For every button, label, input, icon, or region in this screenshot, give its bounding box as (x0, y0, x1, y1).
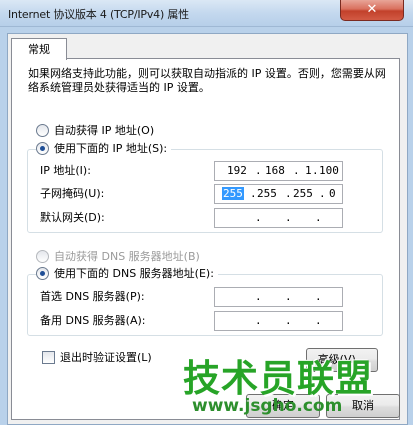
ip-dot: . (285, 290, 292, 303)
subnet-octet-4: 0 (329, 187, 336, 200)
preferred-dns-label: 首选 DNS 服务器(P): (40, 290, 145, 303)
tab-general[interactable]: 常规 (11, 38, 67, 60)
radio-selected-icon (36, 141, 49, 155)
ip-dot: . (255, 164, 262, 177)
default-gateway-label: 默认网关(D): (40, 211, 105, 224)
ip-address-label: IP 地址(I): (40, 164, 91, 177)
ip-dot: . (285, 211, 292, 224)
alternate-dns-field[interactable]: . . . (214, 311, 343, 331)
ip-dot: . (319, 187, 326, 200)
ip-octet-3: 1 (305, 164, 312, 177)
ip-dot: . (315, 290, 322, 303)
subnet-octet-3: 255 (293, 187, 313, 200)
subnet-mask-field[interactable]: 255 . 255 . 255 . 0 (214, 184, 343, 204)
ip-dot: . (293, 164, 300, 177)
close-icon: ✕ (366, 2, 378, 17)
subnet-mask-label: 子网掩码(U): (40, 187, 105, 200)
ip-octet-4: 100 (319, 164, 339, 177)
radio-circle-icon (36, 123, 49, 137)
window-title: Internet 协议版本 4 (TCP/IPv4) 属性 (8, 8, 189, 21)
watermark-logo: 技术员联盟 (183, 357, 373, 400)
validate-settings-checkbox[interactable]: 退出时验证设置(L) (42, 350, 152, 365)
ip-dot: . (285, 187, 292, 200)
radio-auto-ip[interactable]: 自动获得 IP 地址(O) (36, 123, 155, 138)
ip-octet-2: 168 (265, 164, 285, 177)
radio-selected-icon (36, 266, 49, 280)
radio-manual-ip[interactable]: 使用下面的 IP 地址(S): (36, 141, 172, 156)
subnet-octet-2: 255 (257, 187, 277, 200)
ip-dot: . (285, 314, 292, 327)
radio-manual-dns[interactable]: 使用下面的 DNS 服务器地址(E): (36, 266, 218, 281)
radio-auto-dns-label: 自动获得 DNS 服务器地址(B) (54, 250, 200, 263)
alternate-dns-label: 备用 DNS 服务器(A): (40, 314, 146, 327)
radio-disabled-icon (36, 249, 49, 263)
radio-auto-ip-label: 自动获得 IP 地址(O) (54, 124, 155, 137)
preferred-dns-field[interactable]: . . . (214, 287, 343, 307)
default-gateway-field[interactable]: . . . (214, 208, 343, 228)
close-button[interactable]: ✕ (340, 0, 404, 21)
ip-dot: . (255, 290, 262, 303)
radio-manual-dns-label: 使用下面的 DNS 服务器地址(E): (54, 267, 214, 280)
radio-auto-dns[interactable]: 自动获得 DNS 服务器地址(B) (36, 249, 200, 264)
ip-dot: . (315, 314, 322, 327)
subnet-octet-1-selected: 255 (222, 187, 244, 200)
checkbox-icon (42, 350, 55, 364)
ip-address-field[interactable]: 192 . 168 . 1 . 100 (214, 161, 343, 181)
watermark-url: www.jsgho.com (192, 396, 343, 416)
radio-manual-ip-label: 使用下面的 IP 地址(S): (54, 142, 168, 155)
ip-dot: . (255, 211, 262, 224)
title-bar: Internet 协议版本 4 (TCP/IPv4) 属性 ✕ (0, 0, 413, 27)
ip-dot: . (255, 314, 262, 327)
description-text: 如果网络支持此功能，则可以获取自动指派的 IP 设置。否则，您需要从网络系统管理… (28, 67, 386, 94)
validate-settings-label: 退出时验证设置(L) (60, 351, 152, 364)
ip-octet-1: 192 (227, 164, 247, 177)
ip-dot: . (312, 164, 319, 177)
ip-dot: . (250, 187, 257, 200)
ip-dot: . (315, 211, 322, 224)
